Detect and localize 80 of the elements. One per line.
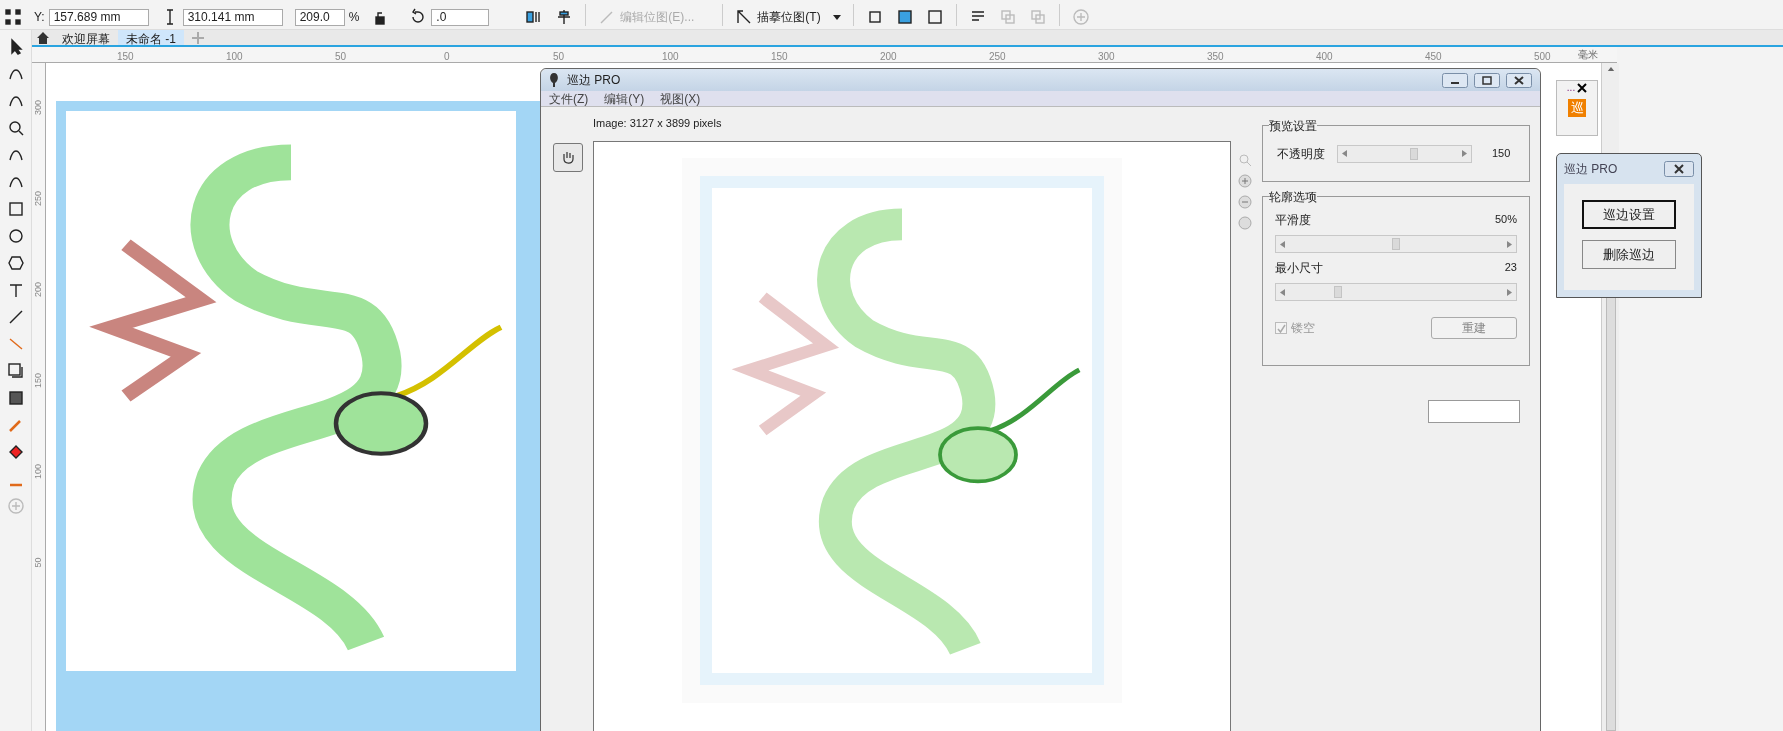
dialog-title: 巡边 PRO: [567, 72, 621, 89]
ruler-label: 350: [1207, 50, 1224, 62]
slider-thumb[interactable]: [1392, 238, 1400, 250]
left-arrow-icon: [1280, 288, 1285, 296]
hand-tool-button[interactable]: [553, 143, 583, 172]
pattern-icon[interactable]: [895, 8, 914, 26]
more-label[interactable]: ...: [1566, 83, 1576, 93]
zoom-icon[interactable]: [6, 119, 25, 137]
height-field[interactable]: 310.141 mm: [182, 9, 283, 26]
right-arrow-icon: [1507, 240, 1512, 248]
mini-dialog-title: 巡边 PRO: [1564, 161, 1618, 178]
hand-icon: [560, 149, 576, 166]
percent-label: %: [348, 9, 360, 26]
ruler-label: 400: [1316, 50, 1333, 62]
trace-bitmap-button[interactable]: 描摹位图(T): [735, 8, 841, 26]
ruler-label: 50: [34, 557, 43, 568]
opacity-label: 不透明度: [1277, 145, 1325, 163]
ruler-label: 250: [34, 191, 43, 206]
shadow-icon[interactable]: [6, 362, 25, 380]
restore-icon[interactable]: [1474, 72, 1500, 88]
rectangle-icon[interactable]: [6, 200, 25, 218]
close-icon[interactable]: [1506, 72, 1532, 88]
dialog-button[interactable]: 巡边设置: [1582, 200, 1676, 229]
right-arrow-icon: [1507, 288, 1512, 296]
ruler-label: 450: [1425, 50, 1442, 62]
opacity-reading: 150: [1492, 146, 1511, 162]
slider-reading: 50%: [1494, 212, 1517, 227]
text-field[interactable]: [1428, 400, 1520, 423]
slider-thumb[interactable]: [1333, 286, 1342, 298]
left-arrow-icon: [1280, 240, 1285, 248]
ellipse-icon[interactable]: [6, 227, 25, 245]
group-title: 轮廓选项: [1269, 188, 1317, 206]
slider-label: 平滑度: [1275, 212, 1311, 229]
ruler-label: 100: [34, 464, 43, 479]
transparency-icon[interactable]: [6, 389, 25, 407]
menu-item[interactable]: 视图(X): [660, 89, 701, 108]
home-icon[interactable]: [36, 30, 50, 45]
ruler-label: 150: [117, 50, 134, 62]
close-icon[interactable]: [1664, 161, 1694, 177]
ruler-label: 100: [662, 50, 679, 62]
ruler-label: 0: [444, 50, 450, 62]
right-arrow-icon: [1462, 150, 1467, 157]
y-label: Y:: [34, 9, 45, 26]
opacity-slider[interactable]: [1337, 144, 1472, 163]
hollow-label: 镂空: [1291, 320, 1315, 337]
ruler-label: 50: [335, 50, 347, 62]
dialog-button[interactable]: 删除巡边: [1582, 240, 1676, 269]
angle-field[interactable]: .0: [431, 9, 490, 26]
left-arrow-icon: [1342, 150, 1347, 157]
slider-reading: 23: [1504, 260, 1517, 275]
ruler-label: 300: [1098, 50, 1115, 62]
ruler-label: 200: [880, 50, 897, 62]
ruler-label: 100: [226, 50, 243, 62]
ruler-label: 150: [771, 50, 788, 62]
balloon-icon: [549, 73, 559, 87]
scale-field[interactable]: 209.0: [294, 9, 345, 26]
option-slider[interactable]: [1275, 283, 1517, 301]
ruler-label: 500: [1534, 50, 1551, 62]
ruler-label: 250: [989, 50, 1006, 62]
scroll-up-icon[interactable]: [1606, 67, 1615, 72]
slider-thumb[interactable]: [1410, 147, 1419, 160]
minimize-icon[interactable]: [1442, 72, 1468, 88]
ruler-label: 300: [34, 100, 43, 115]
ruler-label: 150: [34, 373, 43, 388]
frame-icon[interactable]: [925, 8, 944, 26]
polygon-icon[interactable]: [6, 254, 25, 272]
image-info: Image: 3127 x 3899 pixels: [593, 116, 723, 131]
menu-item[interactable]: 编辑(Y): [604, 89, 645, 108]
ruler-unit: 毫米: [1578, 48, 1598, 62]
slider-label: 最小尺寸: [1275, 260, 1323, 277]
ruler-label: 50: [553, 50, 565, 62]
y-field[interactable]: 157.689 mm: [48, 9, 149, 26]
close-icon[interactable]: [1577, 83, 1588, 93]
document-tab[interactable]: 未命名 -1: [118, 30, 184, 45]
menu-item[interactable]: 文件(Z): [549, 89, 589, 108]
ruler-label: 200: [34, 282, 43, 297]
position-grid-icon[interactable]: [4, 8, 22, 26]
caret-icon: [832, 14, 841, 20]
option-slider[interactable]: [1275, 235, 1517, 253]
group-title: 预览设置: [1269, 117, 1317, 135]
